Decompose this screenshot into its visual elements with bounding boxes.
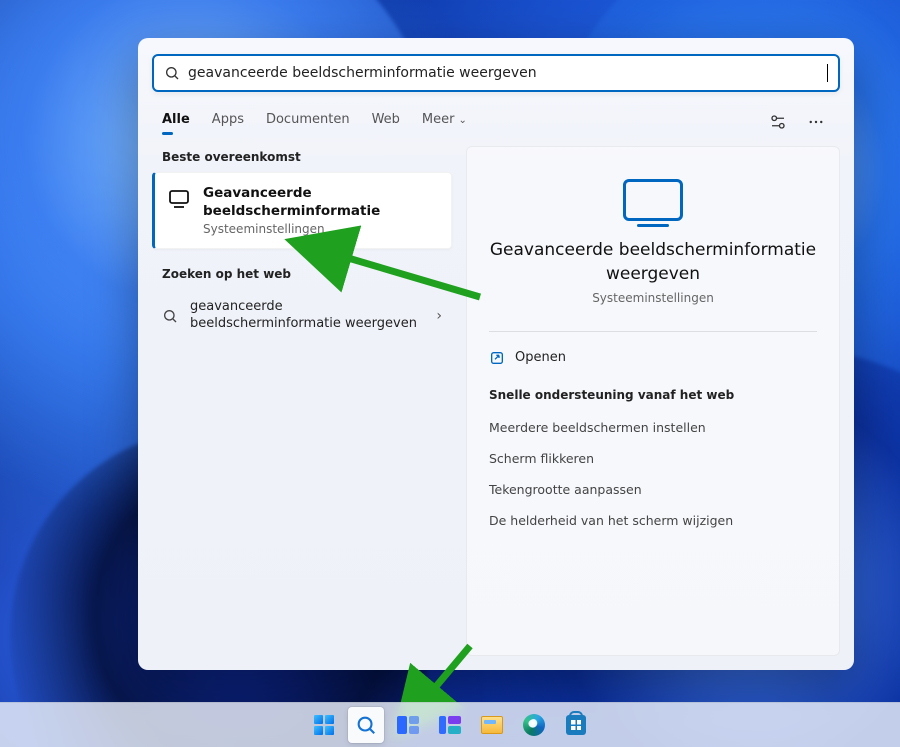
search-button[interactable]: [348, 707, 384, 743]
widgets-button[interactable]: [432, 707, 468, 743]
tab-documents[interactable]: Documenten: [266, 112, 350, 133]
filter-tabs: Alle Apps Documenten Web Meer⌄: [152, 92, 840, 146]
tab-more[interactable]: Meer⌄: [422, 112, 467, 133]
more-button[interactable]: [802, 108, 830, 136]
ellipsis-icon: [807, 113, 825, 131]
taskbar: [0, 702, 900, 747]
options-icon: [769, 113, 787, 131]
task-view-icon: [397, 716, 419, 734]
store-button[interactable]: [558, 707, 594, 743]
tab-all[interactable]: Alle: [162, 112, 190, 133]
open-label: Openen: [515, 350, 566, 365]
open-icon: [489, 350, 505, 366]
preview-column: Geavanceerde beeldscherminformatie weerg…: [466, 146, 840, 656]
search-icon: [164, 65, 180, 81]
task-view-button[interactable]: [390, 707, 426, 743]
monitor-icon: [623, 179, 683, 221]
web-search-label: Zoeken op het web: [152, 263, 452, 289]
windows-logo-icon: [314, 715, 334, 735]
quick-support-item[interactable]: Tekengrootte aanpassen: [489, 474, 817, 505]
edge-icon: [523, 714, 545, 736]
best-match-text: Geavanceerde beeldscherminformatie Syste…: [203, 185, 380, 236]
web-search-result[interactable]: geavanceerde beeldscherminformatie weerg…: [152, 289, 452, 343]
store-icon: [566, 715, 586, 735]
quick-support-label: Snelle ondersteuning vanaf het web: [489, 388, 817, 402]
file-explorer-button[interactable]: [474, 707, 510, 743]
quick-support-item[interactable]: Meerdere beeldschermen instellen: [489, 412, 817, 443]
folder-icon: [481, 716, 503, 734]
edge-button[interactable]: [516, 707, 552, 743]
tab-more-label: Meer: [422, 112, 455, 127]
divider: [489, 331, 817, 332]
search-panel: Alle Apps Documenten Web Meer⌄ Beste ove…: [138, 38, 854, 670]
web-search-text: geavanceerde beeldscherminformatie weerg…: [190, 299, 417, 333]
quick-support-item[interactable]: Scherm flikkeren: [489, 443, 817, 474]
best-match-label: Beste overeenkomst: [152, 146, 452, 172]
quick-support-item[interactable]: De helderheid van het scherm wijzigen: [489, 505, 817, 536]
widgets-icon: [439, 716, 461, 734]
results-column: Beste overeenkomst Geavanceerde beeldsch…: [152, 146, 452, 656]
search-icon: [355, 714, 377, 736]
chevron-right-icon: ›: [436, 308, 442, 324]
monitor-icon: [167, 187, 191, 211]
tab-apps[interactable]: Apps: [212, 112, 244, 133]
search-box[interactable]: [152, 54, 840, 92]
chevron-down-icon: ⌄: [458, 115, 466, 126]
best-match-result[interactable]: Geavanceerde beeldscherminformatie Syste…: [152, 172, 452, 249]
search-icon: [162, 308, 178, 324]
preview-subtitle: Systeeminstellingen: [592, 291, 714, 305]
search-options-button[interactable]: [764, 108, 792, 136]
text-caret: [827, 64, 828, 82]
start-button[interactable]: [306, 707, 342, 743]
open-action[interactable]: Openen: [489, 346, 817, 370]
search-input[interactable]: [188, 65, 819, 81]
tab-web[interactable]: Web: [372, 112, 400, 133]
preview-title: Geavanceerde beeldscherminformatie weerg…: [489, 239, 817, 287]
